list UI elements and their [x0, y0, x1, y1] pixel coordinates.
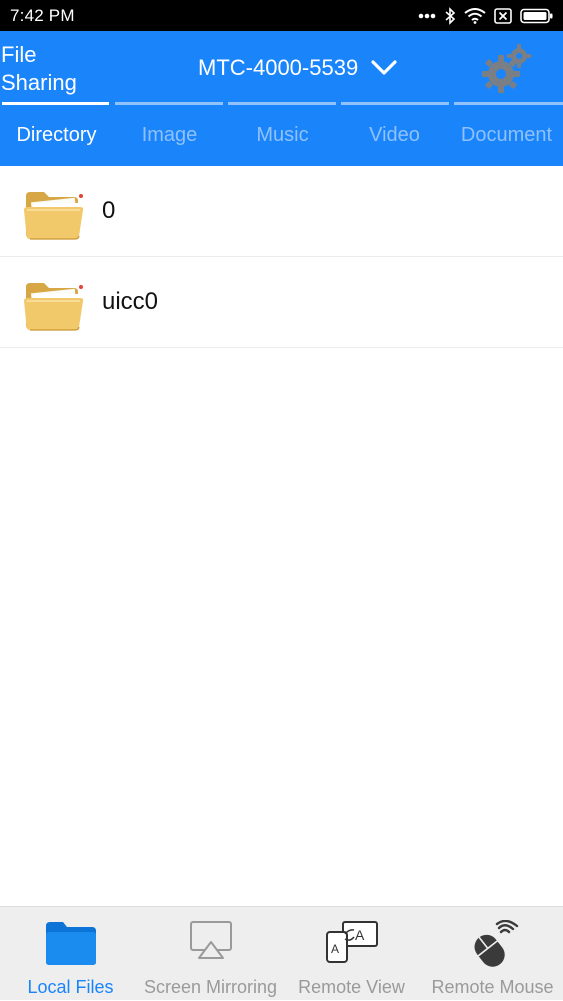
nav-local-files[interactable]: Local Files — [0, 907, 141, 1001]
file-list: 0 uicc0 — [0, 166, 563, 348]
wifi-icon — [464, 7, 486, 24]
airplay-icon — [189, 921, 232, 959]
svg-text:A: A — [355, 927, 365, 943]
more-dots-icon — [418, 13, 436, 18]
chevron-down-icon — [371, 60, 397, 75]
folder-icon — [24, 192, 84, 240]
status-time: 7:42 PM — [10, 5, 75, 25]
tab-directory[interactable]: Directory — [0, 111, 113, 159]
nav-remote-mouse[interactable]: Remote Mouse — [422, 907, 563, 1001]
tab-underline-directory — [2, 102, 109, 105]
nav-label: Screen Mirroring — [143, 977, 278, 997]
app-title-line2: Sharing — [1, 70, 77, 95]
folder-icon — [24, 283, 84, 331]
tab-image[interactable]: Image — [113, 111, 226, 159]
app-header: File Sharing MTC-4000-5539 Directory Ima… — [0, 31, 563, 166]
battery-icon — [520, 8, 553, 23]
device-selector[interactable]: MTC-4000-5539 — [198, 52, 398, 84]
app-title-line1: File — [1, 42, 37, 67]
status-icons — [418, 0, 554, 31]
tab-underline-image — [115, 102, 223, 105]
remote-view-icon: A A — [325, 921, 378, 963]
nav-remote-view[interactable]: A A Remote View — [281, 907, 422, 1001]
status-bar: 7:42 PM — [0, 0, 563, 31]
list-item[interactable]: uicc0 — [0, 257, 563, 348]
tab-video[interactable]: Video — [338, 111, 451, 159]
close-box-icon — [494, 7, 512, 24]
tab-underline-document — [454, 102, 563, 105]
settings-button[interactable] — [480, 43, 534, 95]
category-tabs: Directory Image Music Video Document — [0, 111, 563, 159]
tab-underline-video — [341, 102, 449, 105]
list-item[interactable]: 0 — [0, 166, 563, 257]
nav-label: Remote Mouse — [431, 977, 554, 997]
nav-screen-mirroring[interactable]: Screen Mirroring — [140, 907, 281, 1001]
folder-icon — [45, 922, 96, 965]
mouse-icon — [474, 920, 518, 967]
bluetooth-icon — [445, 6, 456, 25]
bottom-nav: Local Files Screen Mirroring A A Remote … — [0, 906, 563, 1000]
app-title: File Sharing — [1, 41, 105, 97]
nav-label: Local Files — [27, 977, 114, 997]
tab-document[interactable]: Document — [450, 111, 563, 159]
tab-underlines — [0, 102, 563, 106]
file-name: uicc0 — [102, 288, 159, 315]
tab-music[interactable]: Music — [226, 111, 339, 159]
tab-underline-music — [228, 102, 336, 105]
nav-label: Remote View — [298, 977, 405, 997]
gear-icon — [482, 44, 531, 93]
svg-text:A: A — [331, 942, 339, 956]
file-name: 0 — [102, 197, 116, 224]
device-name: MTC-4000-5539 — [198, 55, 359, 80]
